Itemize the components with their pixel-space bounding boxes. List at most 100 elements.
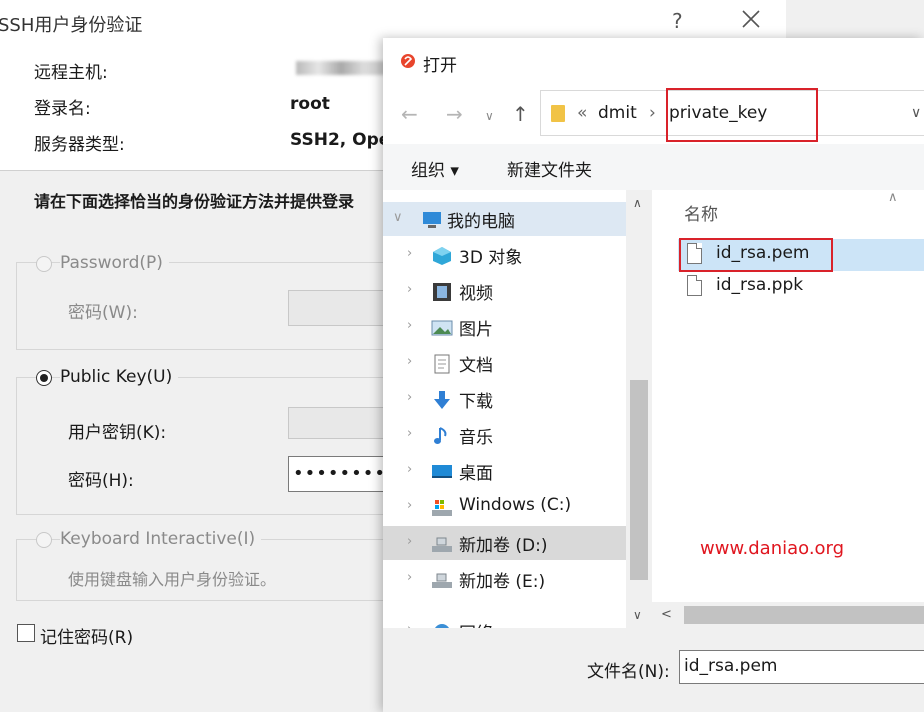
scroll-left-icon[interactable]: < (661, 607, 672, 622)
chevron-right-icon[interactable]: › (407, 498, 412, 513)
nav-item-3d-objects[interactable]: › 3D 对象 (383, 238, 626, 272)
nav-item-label: 文档 (459, 356, 493, 376)
nav-item-label: 音乐 (459, 428, 493, 448)
filename-input[interactable]: id_rsa.pem (679, 650, 924, 684)
address-dropdown-chevron-icon[interactable]: ∨ (911, 105, 921, 121)
back-arrow-icon[interactable]: ← (401, 102, 418, 126)
computer-icon (423, 212, 441, 228)
keyboard-interactive-radio[interactable] (36, 532, 52, 548)
nav-item-label: 新加卷 (E:) (459, 572, 546, 592)
login-name-label: 登录名: (34, 99, 91, 119)
chevron-right-icon[interactable]: › (407, 570, 412, 585)
help-button[interactable]: ? (672, 9, 683, 33)
remote-host-value (296, 58, 386, 78)
nav-item-label: 网络 (459, 619, 493, 628)
key-password-field[interactable]: •••••••• (288, 456, 388, 492)
nav-item-label: 桌面 (459, 464, 493, 484)
name-column-header[interactable]: 名称 (684, 200, 718, 225)
server-type-label: 服务器类型: (34, 135, 125, 155)
password-radio[interactable] (36, 256, 52, 272)
scrollbar-thumb[interactable] (630, 380, 648, 580)
nav-item-label: 图片 (459, 320, 493, 340)
nav-item-videos[interactable]: › 视频 (383, 274, 626, 308)
3d-objects-icon (433, 247, 451, 265)
nav-item-label: 新加卷 (D:) (459, 536, 548, 556)
nav-pane-scrollbar[interactable]: ∧ ∨ (626, 190, 652, 628)
chevron-right-icon[interactable]: › (407, 354, 412, 369)
filename-panel: 文件名(N): id_rsa.pem (383, 628, 924, 712)
recent-locations-chevron-icon[interactable]: ∨ (485, 109, 494, 123)
scroll-down-icon[interactable]: ∨ (633, 608, 642, 622)
drive-icon (432, 500, 452, 516)
scrollbar-thumb[interactable] (684, 606, 924, 624)
drive-icon (432, 537, 452, 552)
nav-item-label: 我的电脑 (447, 212, 515, 232)
folder-icon (551, 105, 565, 122)
nav-item-downloads[interactable]: › 下载 (383, 382, 626, 416)
nav-item-label: Windows (C:) (459, 495, 572, 515)
nav-item-this-pc[interactable]: ∨ 我的电脑 (383, 202, 626, 236)
ssh-dialog-title: SSH用户身份验证 (0, 15, 143, 36)
watermark-text: www.daniao.org (700, 538, 845, 559)
nav-item-documents[interactable]: › 文档 (383, 346, 626, 380)
dialog-toolbar: 组织 ▾ 新建文件夹 (383, 144, 924, 191)
chevron-right-icon[interactable]: › (407, 390, 412, 405)
nav-item-desktop[interactable]: › 桌面 (383, 454, 626, 488)
documents-icon (434, 354, 450, 374)
remember-password-checkbox[interactable] (17, 624, 35, 642)
pictures-icon (431, 320, 453, 336)
nav-item-drive-d[interactable]: › 新加卷 (D:) (383, 526, 626, 560)
public-key-radio[interactable] (36, 370, 52, 386)
password-radio-label: Password(P) (60, 253, 169, 273)
chevron-right-icon[interactable]: › (407, 462, 412, 477)
file-list-horizontal-scrollbar[interactable]: < (652, 602, 924, 628)
nav-item-music[interactable]: › 音乐 (383, 418, 626, 452)
keyboard-interactive-description: 使用键盘输入用户身份验证。 (68, 570, 277, 589)
open-file-dialog: 打开 ← → ∨ ↑ « dmit › private_key ∨ 组织 ▾ 新… (383, 38, 924, 712)
file-list-pane[interactable]: 名称 ∧ id_rsa.pem id_rsa.ppk www.daniao.or… (652, 190, 924, 628)
user-key-label: 用户密钥(K): (68, 423, 167, 443)
redacted-host (296, 61, 386, 75)
keyboard-interactive-label: Keyboard Interactive(I) (60, 529, 262, 549)
password-field-label: 密码(W): (68, 303, 138, 323)
music-icon (434, 427, 447, 444)
nav-item-label: 视频 (459, 284, 493, 304)
file-row-id-rsa-ppk[interactable]: id_rsa.ppk (678, 271, 924, 303)
auth-instruction: 请在下面选择恰当的身份验证方法并提供登录 (34, 192, 355, 211)
up-arrow-icon[interactable]: ↑ (512, 102, 529, 126)
close-icon[interactable] (738, 6, 764, 32)
navigation-pane[interactable]: ∨ 我的电脑 › 3D 对象 › 视频 › 图片 › 文档 › 下载 › 音乐 … (383, 190, 626, 628)
remember-password-label: 记住密码(R) (40, 628, 134, 648)
open-dialog-title: 打开 (423, 56, 457, 76)
breadcrumb-dmit[interactable]: dmit (598, 103, 637, 123)
highlight-box-private-key (666, 88, 818, 142)
nav-item-drive-e[interactable]: › 新加卷 (E:) (383, 562, 626, 596)
forward-arrow-icon[interactable]: → (446, 102, 463, 126)
breadcrumb-separator: › (649, 103, 656, 123)
file-name: id_rsa.ppk (716, 275, 804, 295)
password-field[interactable] (288, 290, 388, 326)
video-icon (433, 283, 451, 301)
nav-item-drive-c[interactable]: › Windows (C:) (383, 490, 626, 524)
nav-item-pictures[interactable]: › 图片 (383, 310, 626, 344)
user-key-select[interactable] (288, 407, 388, 439)
remote-host-label: 远程主机: (34, 63, 108, 83)
public-key-method-group (16, 377, 417, 515)
chevron-right-icon[interactable]: › (407, 426, 412, 441)
nav-item-network[interactable]: › 网络 (383, 614, 626, 628)
download-icon (434, 391, 450, 409)
server-type-value: SSH2, Ope (290, 130, 391, 150)
scroll-up-icon[interactable]: ∧ (633, 196, 642, 210)
chevron-right-icon[interactable]: › (407, 534, 412, 549)
chevron-right-icon[interactable]: › (407, 282, 412, 297)
highlight-box-pem-file (679, 238, 833, 272)
breadcrumb-overflow[interactable]: « (577, 103, 587, 123)
sort-ascending-icon: ∧ (888, 190, 898, 205)
desktop-icon (432, 465, 452, 478)
chevron-down-icon[interactable]: ∨ (393, 210, 403, 225)
chevron-right-icon[interactable]: › (407, 246, 412, 261)
public-key-radio-label: Public Key(U) (60, 367, 179, 387)
new-folder-button[interactable]: 新建文件夹 (507, 156, 592, 181)
organize-button[interactable]: 组织 ▾ (411, 156, 459, 181)
chevron-right-icon[interactable]: › (407, 318, 412, 333)
